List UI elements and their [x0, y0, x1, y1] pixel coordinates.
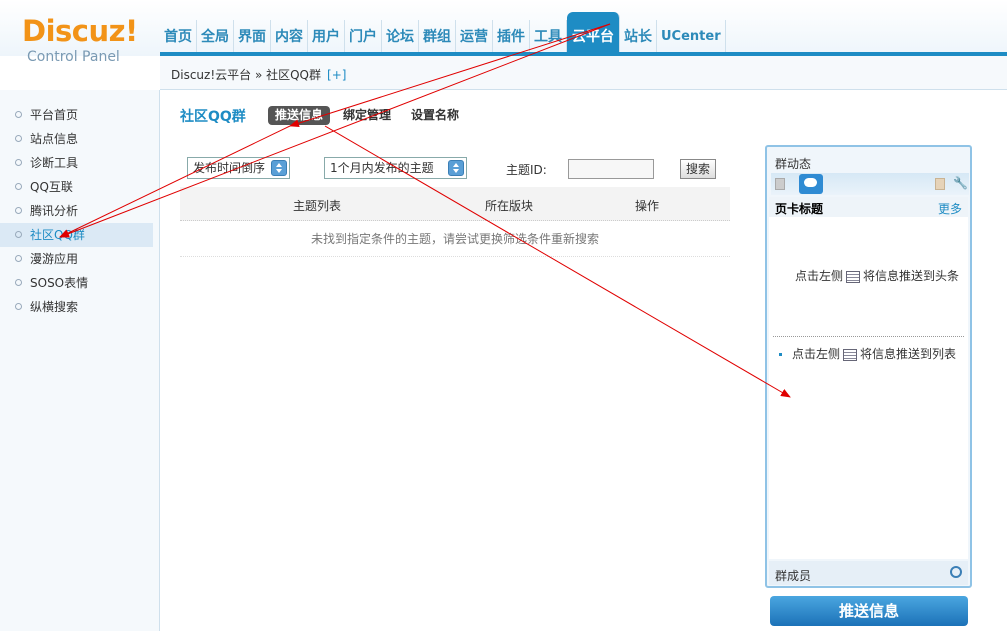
nav-group[interactable]: 群组 [419, 20, 456, 52]
push-list-hint: 点击左侧 将信息推送到列表 [779, 345, 956, 362]
logo-title: Discuz! [22, 14, 138, 48]
page-title: 社区QQ群 [180, 109, 246, 125]
panel-toolbar: 🔧 [771, 173, 969, 195]
select-arrow-icon [271, 160, 287, 176]
thread-id-input[interactable] [568, 159, 654, 179]
nav-cloud[interactable]: 云平台 [567, 12, 620, 52]
nav-plugin[interactable]: 插件 [493, 20, 530, 52]
hint-list-prefix: 点击左侧 [792, 347, 841, 361]
sidebar-item-soso-emoticons[interactable]: SOSO表情 [0, 271, 153, 295]
card-header: 页卡标题 更多 [769, 197, 968, 217]
main-nav: 首页 全局 界面 内容 用户 门户 论坛 群组 运营 插件 工具 云平台 站长 … [160, 12, 726, 52]
sidebar-item-tencent-analytics[interactable]: 腾讯分析 [0, 199, 153, 223]
sidebar: 平台首页 站点信息 诊断工具 QQ互联 腾讯分析 社区QQ群 漫游应用 SOSO… [0, 90, 160, 631]
nav-admin[interactable]: 站长 [620, 20, 657, 52]
bullet-icon [779, 353, 782, 356]
tab-bar: 推送信息 绑定管理 设置名称 [268, 106, 466, 125]
panel-title: 群动态 [775, 157, 812, 171]
select-arrow-icon [448, 160, 464, 176]
group-activity-panel: 群动态 🔧 页卡标题 更多 点击左侧 将信息推送到头条 点击左侧 将信息推送到列表 … [765, 145, 972, 588]
breadcrumb-text: Discuz!云平台 » 社区QQ群 [171, 68, 322, 82]
time-range-select-value: 1个月内发布的主题 [330, 161, 434, 175]
sidebar-item-qq-connect[interactable]: QQ互联 [0, 175, 153, 199]
tab-bind-manage[interactable]: 绑定管理 [336, 106, 398, 125]
nav-content[interactable]: 内容 [271, 20, 308, 52]
filter-bar: 发布时间倒序 1个月内发布的主题 主题ID: 搜索 [180, 157, 730, 183]
nav-home[interactable]: 首页 [160, 20, 197, 52]
tab-push-info[interactable]: 推送信息 [268, 106, 331, 125]
top-header: Discuz! Control Panel 首页 全局 界面 内容 用户 门户 … [0, 0, 1007, 65]
column-header-action: 操作 [635, 199, 660, 213]
sidebar-item-qq-group[interactable]: 社区QQ群 [0, 223, 153, 247]
sidebar-item-platform-home[interactable]: 平台首页 [0, 103, 153, 127]
nav-operation[interactable]: 运营 [456, 20, 493, 52]
column-header-thread-list: 主题列表 [293, 199, 342, 213]
nav-portal[interactable]: 门户 [345, 20, 382, 52]
table-header: 主题列表 所在版块 操作 [180, 187, 730, 221]
search-icon[interactable] [950, 566, 962, 578]
column-header-forum: 所在版块 [485, 199, 534, 213]
search-button[interactable]: 搜索 [680, 159, 716, 179]
empty-message: 未找到指定条件的主题，请尝试更换筛选条件重新搜索 [180, 221, 730, 257]
order-select[interactable]: 发布时间倒序 [187, 157, 290, 179]
group-members-label: 群成员 [775, 569, 812, 583]
hint-top-prefix: 点击左侧 [795, 269, 844, 283]
add-shortcut-link[interactable]: [+] [327, 68, 346, 82]
hint-list-suffix: 将信息推送到列表 [860, 347, 957, 361]
thread-id-label: 主题ID: [506, 163, 547, 177]
sidebar-item-site-info[interactable]: 站点信息 [0, 127, 153, 151]
nav-tools[interactable]: 工具 [530, 20, 567, 52]
tab-set-name[interactable]: 设置名称 [404, 106, 466, 125]
breadcrumb-bar: Discuz!云平台 » 社区QQ群 [+] [160, 56, 1007, 90]
wrench-icon[interactable]: 🔧 [953, 177, 968, 189]
headline-icon [846, 270, 861, 283]
prev-arrow-icon[interactable] [775, 178, 785, 190]
sidebar-item-diagnostics[interactable]: 诊断工具 [0, 151, 153, 175]
breadcrumb: Discuz!云平台 » 社区QQ群 [+] [171, 66, 346, 83]
time-range-select[interactable]: 1个月内发布的主题 [324, 157, 467, 179]
card-title: 页卡标题 [775, 202, 824, 216]
logo-subtitle: Control Panel [27, 49, 120, 65]
more-link[interactable]: 更多 [938, 200, 962, 217]
hint-top-suffix: 将信息推送到头条 [863, 269, 960, 283]
order-select-value: 发布时间倒序 [193, 161, 266, 175]
next-arrow-icon[interactable] [935, 178, 945, 190]
sidebar-menu: 平台首页 站点信息 诊断工具 QQ互联 腾讯分析 社区QQ群 漫游应用 SOSO… [0, 103, 153, 319]
nav-forum[interactable]: 论坛 [382, 20, 419, 52]
divider [773, 336, 964, 337]
chat-bubble-icon[interactable] [799, 174, 823, 194]
nav-user[interactable]: 用户 [308, 20, 345, 52]
nav-style[interactable]: 界面 [234, 20, 271, 52]
nav-global[interactable]: 全局 [197, 20, 234, 52]
panel-body: 页卡标题 更多 点击左侧 将信息推送到头条 点击左侧 将信息推送到列表 [769, 197, 968, 559]
push-headline-hint: 点击左侧 将信息推送到头条 [795, 267, 959, 284]
sidebar-item-search[interactable]: 纵横搜索 [0, 295, 153, 319]
nav-ucenter[interactable]: UCenter [657, 20, 726, 52]
panel-footer: 群成员 [769, 561, 968, 585]
push-info-button[interactable]: 推送信息 [770, 596, 968, 626]
list-icon [843, 348, 858, 361]
logo[interactable]: Discuz! Control Panel [0, 0, 158, 90]
sidebar-item-roaming-apps[interactable]: 漫游应用 [0, 247, 153, 271]
